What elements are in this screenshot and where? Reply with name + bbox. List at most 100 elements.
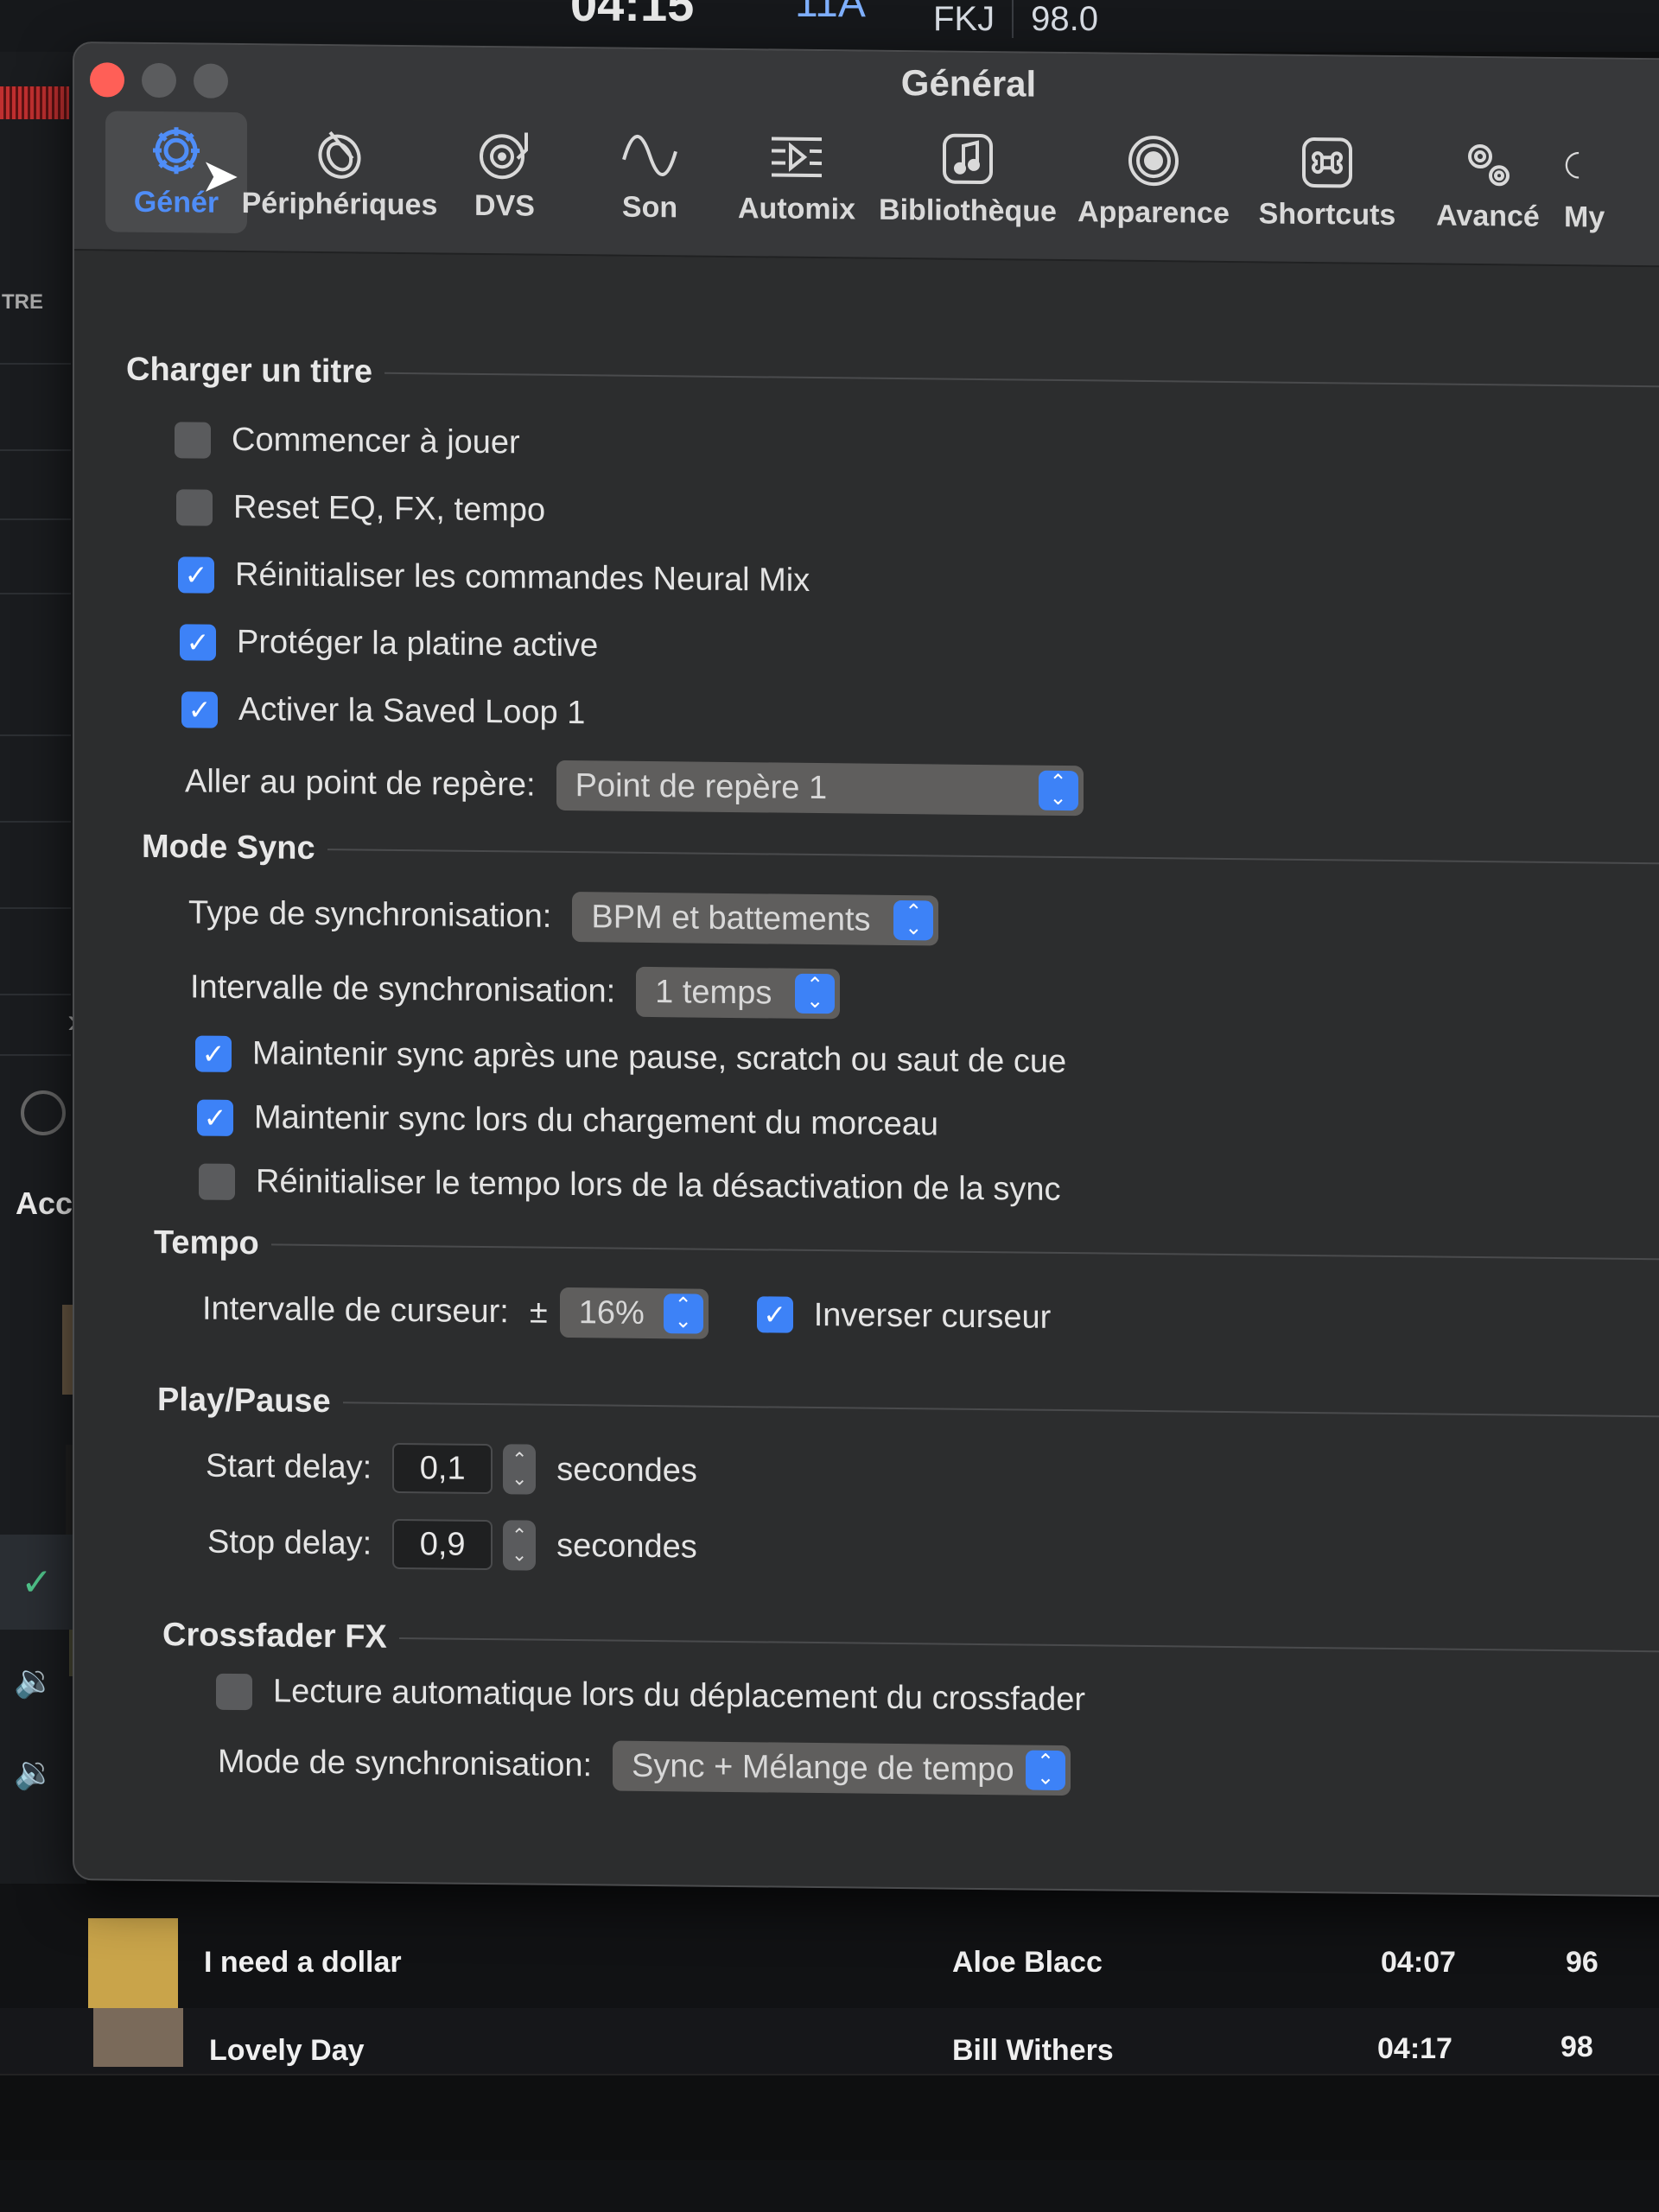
section-title: Crossfader FX: [162, 1617, 387, 1656]
invert-checkbox-checked[interactable]: ✓: [756, 1296, 793, 1333]
crossfader-mode-row: Mode de synchronisation: Sync + Mélange …: [218, 1737, 1071, 1796]
section-crossfader-fx: Crossfader FX: [162, 1617, 1659, 1671]
tab-devices[interactable]: Périphériques: [242, 112, 437, 235]
eye-icon: [1128, 136, 1179, 187]
tab-label: Automix: [738, 192, 855, 226]
deck-time: 04:15: [570, 0, 695, 31]
album-thumbnail: [93, 2008, 183, 2067]
cue-label: Aller au point de repère:: [185, 762, 536, 804]
unit-label: secondes: [556, 1527, 697, 1566]
tempo-range-select[interactable]: 16% ⌃ ⌄: [559, 1287, 709, 1339]
crossfader-mode-select[interactable]: Sync + Mélange de tempo ⌃ ⌄: [613, 1740, 1071, 1796]
start-delay-input[interactable]: 0,1: [392, 1442, 493, 1495]
track-title: I need a dollar: [204, 1946, 402, 1979]
knob-icon[interactable]: [21, 1090, 66, 1135]
sync-type-value: BPM et battements: [591, 898, 871, 938]
sync-type-label: Type de synchronisation:: [188, 893, 552, 935]
divider: [398, 1637, 1659, 1654]
tab-dvs[interactable]: DVS: [432, 114, 577, 237]
section-tempo: Tempo: [154, 1224, 1659, 1279]
option-row[interactable]: Réinitialiser le tempo lors de la désact…: [199, 1163, 1060, 1209]
tab-advanced[interactable]: Avancé: [1412, 124, 1564, 247]
invert-label: Inverser curseur: [813, 1296, 1052, 1336]
checkbox-checked[interactable]: ✓: [195, 1034, 232, 1072]
tab-label: Périphériques: [241, 187, 438, 222]
option-label: Protéger la platine active: [237, 623, 599, 664]
unit-label: secondes: [556, 1451, 697, 1490]
option-row[interactable]: Lecture automatique lors du déplacement …: [216, 1673, 1085, 1719]
option-row[interactable]: ✓ Maintenir sync après une pause, scratc…: [195, 1034, 1066, 1081]
divider: [0, 363, 71, 365]
option-label: Maintenir sync lors du chargement du mor…: [254, 1099, 939, 1143]
option-label: Activer la Saved Loop 1: [238, 691, 586, 732]
option-label: Réinitialiser le tempo lors de la désact…: [256, 1163, 1061, 1208]
chevron-updown-icon: ⌃ ⌄: [1026, 1750, 1066, 1791]
tab-appearance[interactable]: Apparence: [1065, 121, 1243, 244]
tab-shortcuts[interactable]: Shortcuts: [1243, 123, 1412, 245]
tab-automix[interactable]: Automix: [722, 118, 871, 240]
option-row[interactable]: ✓ Réinitialiser les commandes Neural Mix: [178, 556, 810, 600]
checkbox[interactable]: [176, 488, 213, 526]
preferences-content: Charger un titre Commencer à jouer Reset…: [74, 252, 1659, 1897]
tab-label: Son: [621, 190, 678, 225]
checkbox[interactable]: [199, 1163, 235, 1200]
tab-sound[interactable]: Son: [577, 116, 722, 238]
section-title: Charger un titre: [126, 351, 373, 391]
divider: [0, 907, 71, 909]
crossfader-mode-value: Sync + Mélange de tempo: [632, 1747, 1014, 1788]
start-delay-stepper[interactable]: ⌃ ⌄: [503, 1444, 537, 1495]
tab-library[interactable]: Bibliothèque: [871, 119, 1065, 242]
partial-icon: [1565, 151, 1580, 179]
tab-my[interactable]: My: [1564, 126, 1633, 248]
divider: [0, 449, 71, 451]
track-duration: 04:07: [1381, 1946, 1456, 1979]
waveform-icon: [622, 135, 677, 176]
left-panel-label: TRE: [2, 290, 43, 314]
track-bpm: 98: [1560, 2031, 1593, 2063]
option-row[interactable]: ✓ Protéger la platine active: [180, 623, 598, 664]
cue-row: Aller au point de repère: Point de repèr…: [185, 756, 1084, 817]
divider: [0, 593, 71, 594]
option-row[interactable]: ✓ Maintenir sync lors du chargement du m…: [197, 1099, 938, 1144]
option-row[interactable]: Commencer à jouer: [175, 421, 520, 461]
gears-icon: [1468, 144, 1510, 187]
chevron-updown-icon: ⌃ ⌄: [893, 899, 934, 941]
tab-label: My: [1564, 200, 1605, 234]
section-sync-mode: Mode Sync: [142, 829, 1659, 883]
checkbox-checked[interactable]: ✓: [181, 690, 218, 728]
device-icon: [318, 130, 361, 179]
stop-delay-input[interactable]: 0,9: [392, 1518, 493, 1571]
album-thumbnail: [88, 1918, 178, 2008]
start-delay-row: Start delay: 0,1 ⌃ ⌄ secondes: [206, 1441, 697, 1497]
sync-type-select[interactable]: BPM et battements ⌃ ⌄: [572, 892, 939, 946]
option-label: Commencer à jouer: [232, 421, 520, 461]
turntable-icon: [480, 132, 528, 180]
chevron-updown-icon: ⌃ ⌄: [795, 973, 836, 1014]
deck-info: FKJ 98.0: [933, 0, 1098, 38]
checkbox-checked[interactable]: ✓: [178, 556, 214, 594]
speaker-icon[interactable]: 🔉: [14, 1662, 54, 1700]
option-row[interactable]: ✓ Activer la Saved Loop 1: [181, 690, 585, 732]
checkbox[interactable]: [216, 1673, 252, 1710]
deck-key: 11A: [795, 0, 866, 26]
table-row[interactable]: I need a dollar Aloe Blacc 04:07 96: [0, 1918, 1659, 2008]
checkbox-checked[interactable]: ✓: [197, 1099, 233, 1136]
deck-bpm: 98.0: [1031, 0, 1098, 38]
section-play-pause: Play/Pause: [157, 1382, 1659, 1436]
mouse-cursor-icon: ➤: [200, 149, 240, 203]
preferences-window: Général Génér Périphériques DVS Son Auto…: [73, 41, 1659, 1897]
track-bpm: 96: [1566, 1946, 1599, 1979]
cue-select[interactable]: Point de repère 1 ⌃ ⌄: [556, 760, 1084, 817]
divider: [342, 1401, 1659, 1419]
track-artist: Bill Withers: [952, 2034, 1114, 2067]
window-titlebar: Général Génér Périphériques DVS Son Auto…: [74, 43, 1659, 268]
section-title: Play/Pause: [157, 1382, 331, 1421]
option-row[interactable]: Reset EQ, FX, tempo: [176, 488, 545, 529]
stop-delay-stepper[interactable]: ⌃ ⌄: [503, 1520, 537, 1571]
divider: [327, 848, 1659, 866]
speaker-icon[interactable]: 🔉: [14, 1754, 54, 1792]
checkbox[interactable]: [175, 421, 211, 459]
sync-interval-select[interactable]: 1 temps ⌃ ⌄: [636, 966, 841, 1020]
bottom-bar: [0, 2074, 1659, 2160]
checkbox-checked[interactable]: ✓: [180, 623, 216, 661]
